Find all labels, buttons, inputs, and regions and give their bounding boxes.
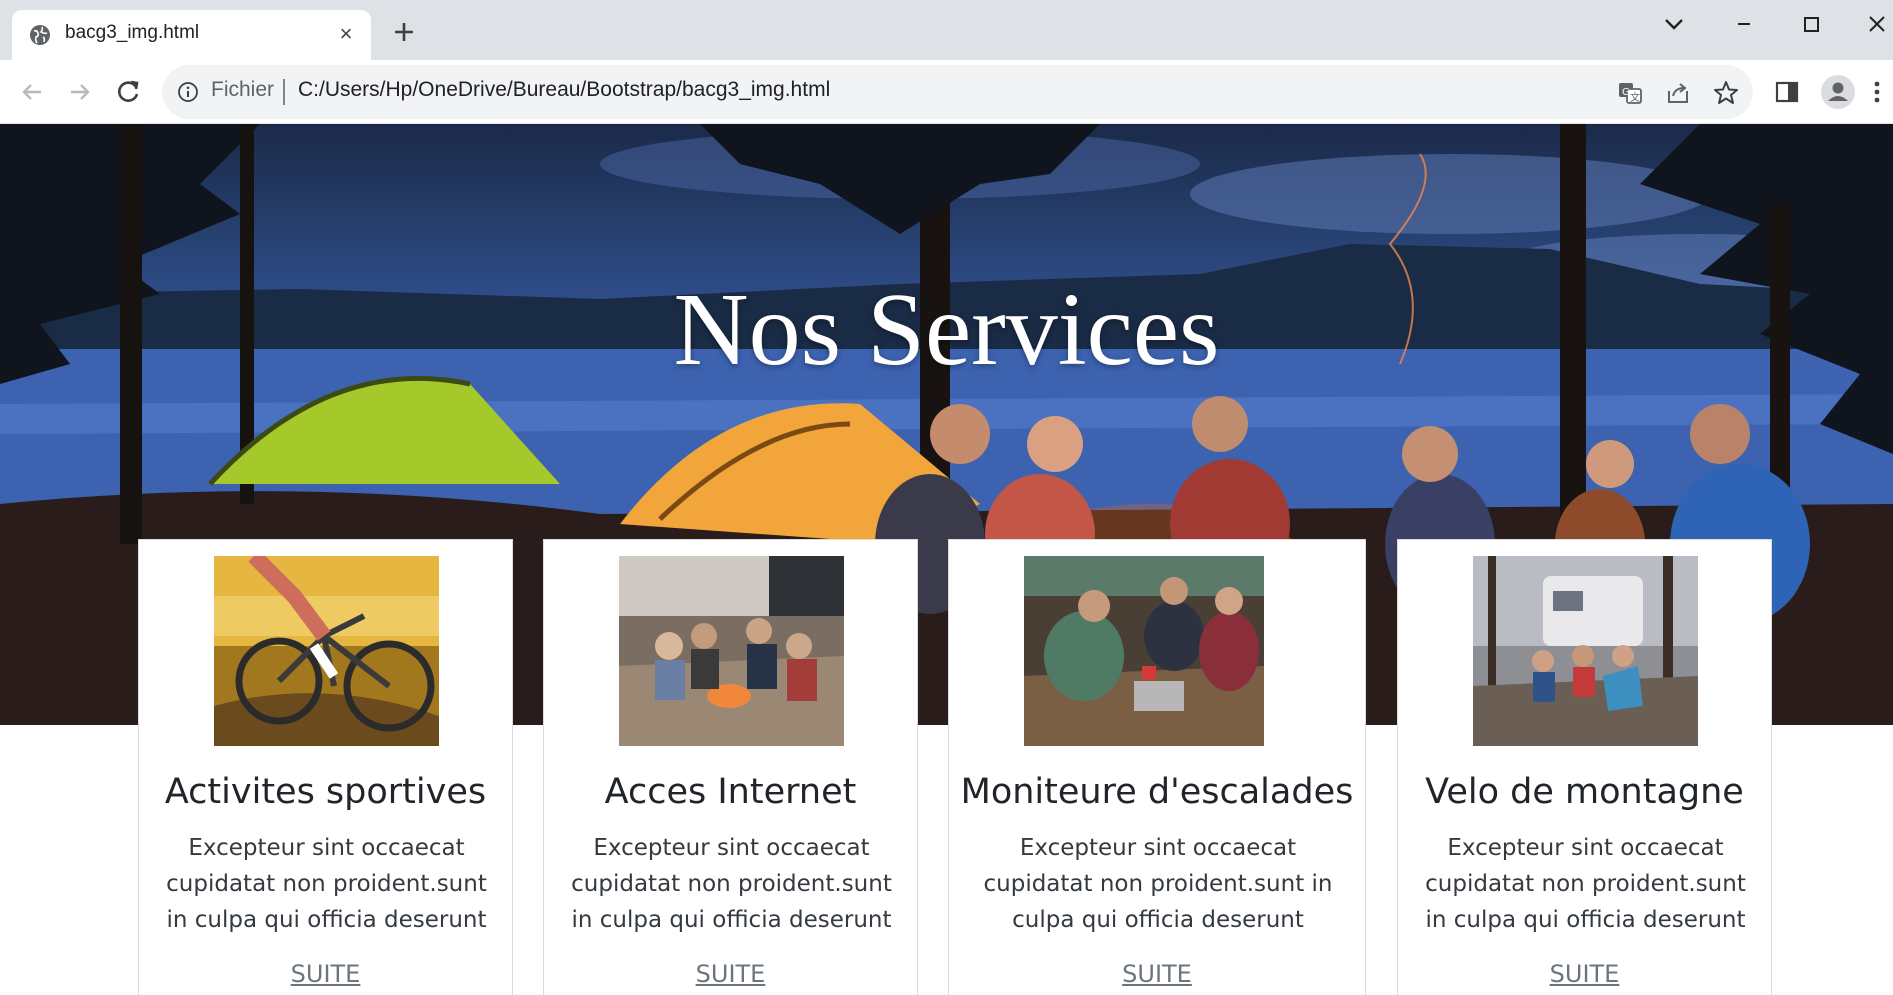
card-text: Excepteur sint occaecat cupidatat non pr… <box>571 835 892 933</box>
card-text: Excepteur sint occaecat cupidatat non pr… <box>166 835 487 933</box>
forward-arrow-icon[interactable] <box>64 76 96 108</box>
card-title: Velo de montagne <box>1425 772 1744 812</box>
profile-avatar-icon[interactable] <box>1820 74 1856 110</box>
menu-kebab-icon[interactable] <box>1869 78 1885 106</box>
card-suite-link[interactable]: SUITE <box>139 960 512 988</box>
card-text: Excepteur sint occaecat cupidatat non pr… <box>983 835 1333 933</box>
service-card: Activites sportives Excepteur sint occae… <box>138 539 513 995</box>
camp-cooking-photo <box>1024 556 1264 746</box>
tab-title: bacg3_img.html <box>65 22 200 43</box>
side-panel-icon[interactable] <box>1773 78 1801 106</box>
translate-icon[interactable]: G 文 <box>1616 79 1644 107</box>
address-separator <box>283 79 285 105</box>
tab-search-chevron-icon[interactable] <box>1656 6 1692 42</box>
service-card: Moniteure d'escalades Excepteur sint occ… <box>948 539 1366 995</box>
minimize-icon[interactable] <box>1726 6 1762 42</box>
maximize-icon[interactable] <box>1793 6 1829 42</box>
reload-icon[interactable] <box>112 76 144 108</box>
browser-toolbar: Fichier C:/Users/Hp/OneDrive/Bureau/Boot… <box>0 60 1893 124</box>
rv-campsite-photo <box>1473 556 1698 746</box>
card-suite-link[interactable]: SUITE <box>949 960 1365 988</box>
svg-text:G: G <box>1622 87 1630 98</box>
card-suite-link[interactable]: SUITE <box>544 960 917 988</box>
mountain-bike-photo <box>214 556 439 746</box>
card-title: Acces Internet <box>604 772 857 812</box>
card-suite-link[interactable]: SUITE <box>1398 960 1771 988</box>
service-card: Acces Internet Excepteur sint occaecat c… <box>543 539 918 995</box>
globe-icon <box>30 25 50 45</box>
back-arrow-icon[interactable] <box>16 76 48 108</box>
close-window-icon[interactable] <box>1859 6 1893 42</box>
campfire-group-photo <box>619 556 844 746</box>
card-title: Activites sportives <box>164 772 487 812</box>
address-bar[interactable]: Fichier C:/Users/Hp/OneDrive/Bureau/Boot… <box>162 65 1753 119</box>
new-tab-icon[interactable] <box>390 18 418 46</box>
scheme-label: Fichier <box>211 78 275 101</box>
card-title: Moniteure d'escalades <box>960 772 1354 812</box>
tab-strip: bacg3_img.html × <box>0 0 1893 60</box>
info-icon[interactable] <box>177 81 199 103</box>
share-icon[interactable] <box>1664 79 1692 107</box>
bookmark-star-icon[interactable] <box>1712 79 1740 107</box>
service-card: Velo de montagne Excepteur sint occaecat… <box>1397 539 1772 995</box>
hero-title: Nos Services <box>673 272 1220 387</box>
url-text[interactable]: C:/Users/Hp/OneDrive/Bureau/Bootstrap/ba… <box>298 78 830 102</box>
tab-close-icon[interactable]: × <box>334 22 358 46</box>
card-text: Excepteur sint occaecat cupidatat non pr… <box>1425 835 1746 933</box>
svg-text:文: 文 <box>1630 91 1640 104</box>
browser-tab[interactable]: bacg3_img.html × <box>12 10 371 60</box>
